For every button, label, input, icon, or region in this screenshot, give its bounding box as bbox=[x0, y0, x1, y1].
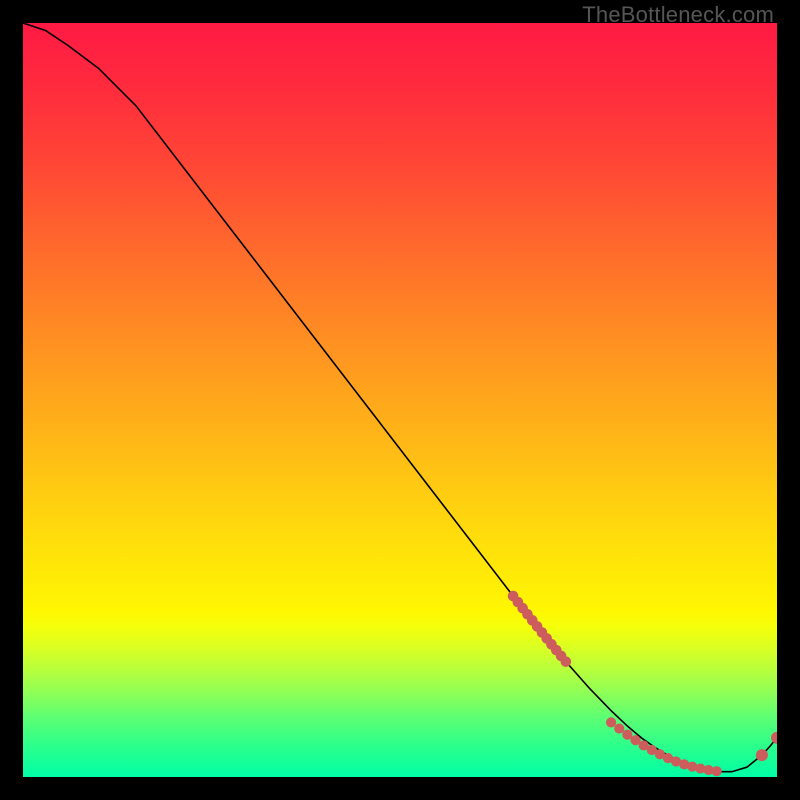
data-dot bbox=[756, 749, 768, 761]
bottleneck-curve bbox=[23, 23, 777, 772]
data-dots bbox=[508, 591, 777, 777]
data-dot bbox=[712, 766, 722, 776]
curve-layer bbox=[23, 23, 777, 777]
data-dot bbox=[561, 656, 572, 667]
chart-canvas: TheBottleneck.com bbox=[0, 0, 800, 800]
data-dot bbox=[771, 732, 777, 744]
data-dot bbox=[614, 723, 624, 733]
data-dot bbox=[606, 717, 616, 727]
